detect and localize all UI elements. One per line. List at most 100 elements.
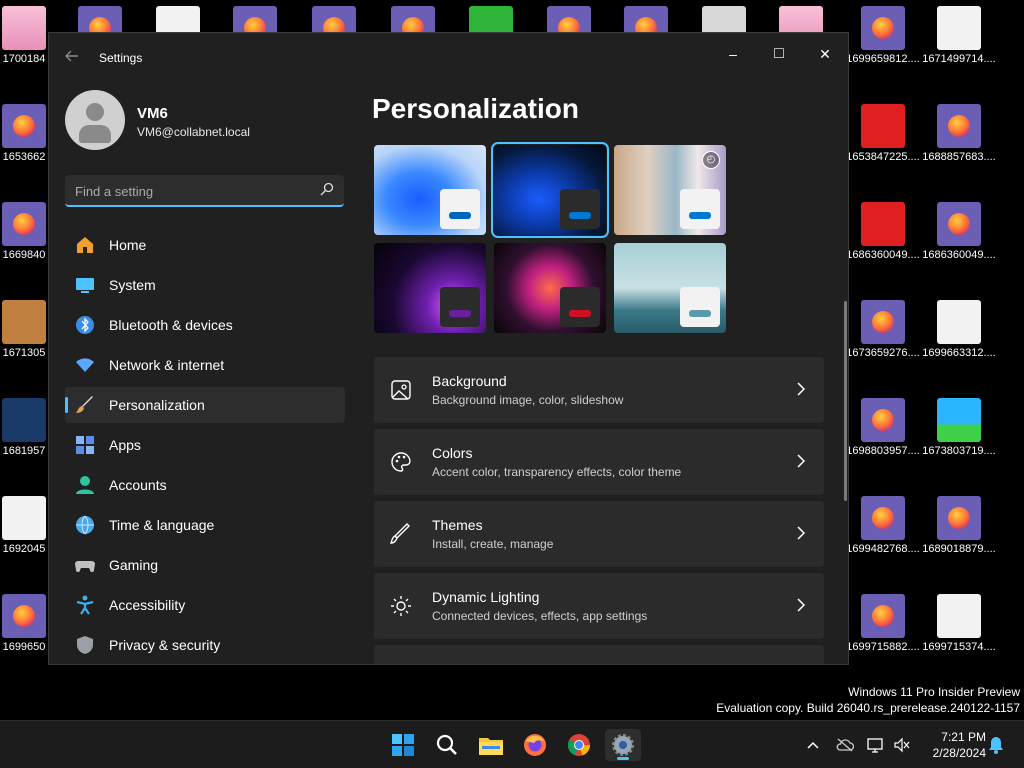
sidebar-item-label: Gaming [109, 557, 159, 573]
main-content: Personalization ◴ Background Background i… [359, 81, 848, 664]
sidebar-item-icon [75, 355, 95, 375]
theme-spotlight[interactable]: ◴ [614, 145, 726, 235]
settings-card-themes[interactable]: Themes Install, create, manage [374, 501, 824, 567]
sidebar-item-home[interactable]: Home [65, 227, 345, 263]
theme-flow[interactable] [614, 243, 726, 333]
desktop-file-icon[interactable]: 1699659812.... [845, 6, 921, 65]
desktop-file-icon[interactable]: 1673803719.... [921, 398, 997, 457]
chrome-button[interactable] [561, 729, 597, 761]
file-explorer-button[interactable] [473, 729, 509, 761]
desktop-file-icon[interactable]: 1671499714.... [921, 6, 997, 65]
theme-glow[interactable] [374, 243, 486, 333]
theme-captured-motion[interactable] [494, 243, 606, 333]
sidebar-item-system[interactable]: System [65, 267, 345, 303]
firefox-document-icon [861, 496, 905, 540]
chevron-right-icon [797, 598, 806, 612]
theme-accent-bar [449, 212, 471, 219]
desktop-file-label: 1699715374.... [922, 641, 996, 653]
desktop-file-icon[interactable]: 1688857683.... [921, 104, 997, 163]
sidebar: VM6 VM6@collabnet.local Home System Blueto… [49, 81, 359, 664]
theme-accent-bar [449, 310, 471, 317]
settings-card-colors[interactable]: Colors Accent color, transparency effects… [374, 429, 824, 495]
desktop-file-label: 1698803957.... [846, 445, 920, 457]
chrome-icon [567, 734, 590, 756]
settings-card-background[interactable]: Background Background image, color, slide… [374, 357, 824, 423]
desktop-file-icon[interactable]: 1698803957.... [845, 398, 921, 457]
sidebar-item-gaming[interactable]: Gaming [65, 547, 345, 583]
search-input[interactable] [75, 181, 305, 201]
sidebar-nav: Home System Bluetooth & devices Network & i… [65, 227, 345, 664]
sidebar-item-label: Accessibility [109, 597, 186, 613]
evaluation-watermark: Windows 11 Pro Insider Preview Evaluatio… [716, 684, 1020, 716]
theme-preview-card [440, 287, 480, 327]
image-thumbnail-icon [2, 398, 46, 442]
image-thumbnail-icon [2, 300, 46, 344]
bluetooth-icon [76, 316, 94, 334]
image-thumbnail-icon [937, 300, 981, 344]
sidebar-item-bluetooth-devices[interactable]: Bluetooth & devices [65, 307, 345, 343]
search-icon [436, 734, 457, 755]
sidebar-item-personalization[interactable]: Personalization [65, 387, 345, 423]
desktop-file-icon[interactable]: 1653847225.... [845, 104, 921, 163]
search-box[interactable] [65, 175, 344, 207]
sidebar-item-time-language[interactable]: Time & language [65, 507, 345, 543]
start-button[interactable] [385, 729, 421, 761]
show-hidden-icons-button[interactable] [803, 735, 823, 755]
back-button[interactable] [65, 49, 79, 68]
spotlight-icon: ◴ [702, 151, 720, 169]
sidebar-item-network-internet[interactable]: Network & internet [65, 347, 345, 383]
avatar-body [79, 125, 111, 143]
sidebar-item-label: Home [109, 237, 147, 253]
desktop-file-icon[interactable]: 1686360049.... [845, 202, 921, 261]
sidebar-item-icon [75, 235, 95, 255]
close-button[interactable]: ✕ [802, 39, 848, 69]
sidebar-item-accounts[interactable]: Accounts [65, 467, 345, 503]
watermark-edition: Windows 11 Pro Insider Preview [848, 685, 1020, 699]
theme-preview-card [440, 189, 480, 229]
settings-taskbar-button[interactable] [605, 729, 641, 761]
maximize-button[interactable]: □ [756, 39, 802, 69]
desktop-file-icon[interactable]: 1699715374.... [921, 594, 997, 653]
theme-dark-bloom[interactable] [491, 142, 609, 238]
search-icon [320, 182, 334, 196]
desktop-file-icon[interactable]: 1699663312.... [921, 300, 997, 359]
desktop-file-icon[interactable]: 1699715882.... [845, 594, 921, 653]
sidebar-item-icon [75, 595, 95, 615]
desktop-file-icon[interactable]: 1673659276.... [845, 300, 921, 359]
settings-card-dynamic-lighting[interactable]: Dynamic Lighting Connected devices, effec… [374, 573, 824, 639]
notifications-button[interactable] [986, 735, 1006, 755]
sidebar-item-privacy-security[interactable]: Privacy & security [65, 627, 345, 663]
sidebar-item-icon [75, 555, 95, 575]
volume-button[interactable] [892, 735, 912, 755]
firefox-button[interactable] [517, 729, 553, 761]
sidebar-item-icon [75, 395, 95, 415]
theme-light-bloom[interactable] [374, 145, 486, 235]
clock[interactable]: 7:21 PM 2/28/2024 [920, 729, 986, 761]
sidebar-item-label: Apps [109, 437, 141, 453]
network-button[interactable] [866, 735, 886, 755]
palette-icon [391, 452, 411, 472]
scrollbar[interactable] [844, 301, 847, 501]
settings-card-subtitle: Install, create, manage [432, 537, 554, 551]
clock-time: 7:21 PM [941, 730, 986, 744]
taskbar-search-button[interactable] [429, 729, 465, 761]
avatar[interactable] [65, 90, 125, 150]
desktop-file-icon[interactable]: 1689018879.... [921, 496, 997, 555]
sidebar-item-apps[interactable]: Apps [65, 427, 345, 463]
desktop-file-icon[interactable]: 1699482768.... [845, 496, 921, 555]
chevron-right-icon [797, 454, 806, 468]
network-icon [867, 738, 883, 753]
theme-accent-bar [569, 310, 591, 317]
settings-card-title: Themes [432, 517, 483, 533]
settings-card-subtitle: Connected devices, effects, app settings [432, 609, 648, 623]
desktop-file-icon[interactable]: 1686360049.... [921, 202, 997, 261]
image-thumbnail-icon [937, 594, 981, 638]
onedrive-button[interactable] [835, 735, 855, 755]
sidebar-item-accessibility[interactable]: Accessibility [65, 587, 345, 623]
settings-card-title: Colors [432, 445, 473, 461]
sidebar-item-label: Time & language [109, 517, 215, 533]
minimize-button[interactable]: – [710, 39, 756, 69]
settings-card-next[interactable] [374, 645, 824, 664]
desktop-file-label: 1686360049.... [846, 249, 920, 261]
firefox-document-icon [2, 104, 46, 148]
